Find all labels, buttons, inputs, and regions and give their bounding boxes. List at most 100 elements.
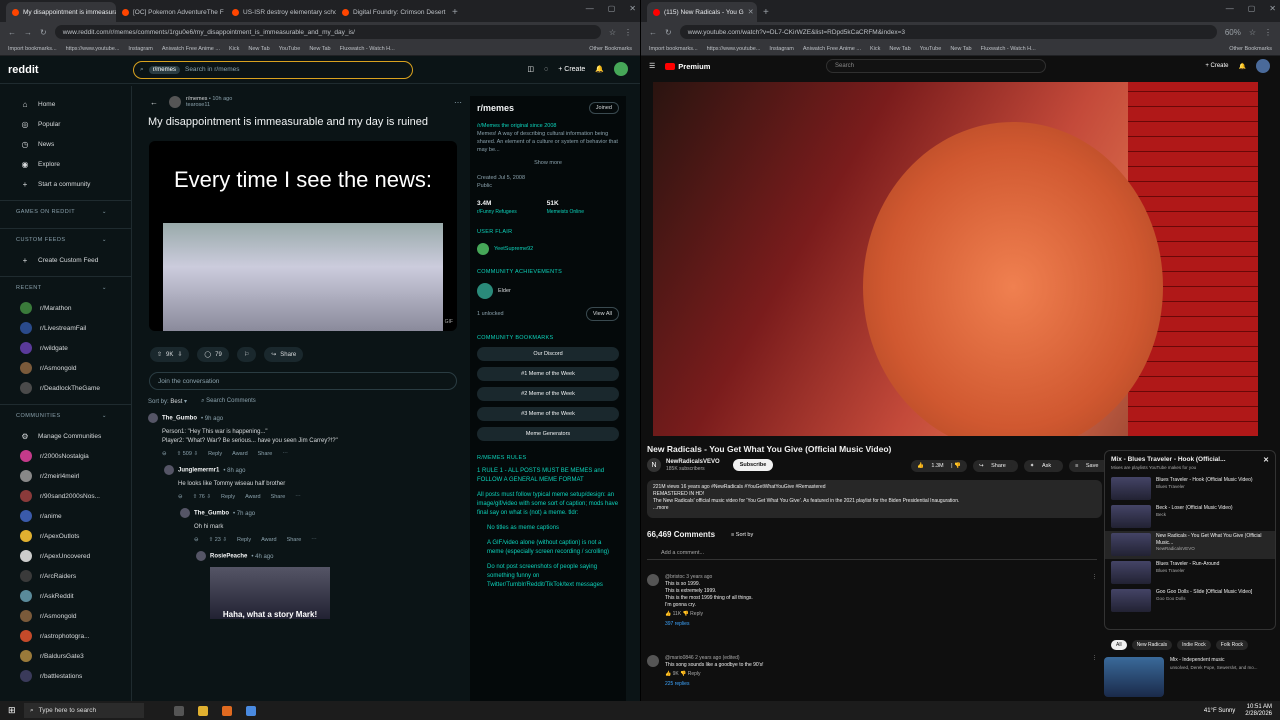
bookmark-item[interactable]: YouTube [920, 46, 942, 52]
award-button[interactable]: Award [261, 537, 277, 543]
zoom-level[interactable]: 60% [1225, 28, 1241, 37]
comment-author[interactable]: The_Gumbo [162, 416, 197, 422]
bookmark-item[interactable]: Fluxwatch - Watch H... [340, 46, 395, 52]
community-item[interactable]: r/Asmongold [0, 606, 131, 626]
new-tab-button[interactable]: + [446, 7, 464, 22]
bookmark-item[interactable]: Kick [870, 46, 880, 52]
star-icon[interactable]: ☆ [1249, 28, 1256, 37]
comment-vote-control[interactable]: ⇧ 23 ⇩ [209, 537, 227, 543]
comment-vote-control[interactable]: ⇧ 509 ⇩ [177, 451, 198, 457]
sidebar-sub-name[interactable]: r/memes [477, 103, 514, 113]
search-comments-input[interactable]: ⌕ Search Comments [201, 398, 256, 405]
comments-button[interactable]: ◯ 79 [197, 347, 229, 362]
sort-control[interactable]: Sort by: Best ▾ [148, 398, 187, 405]
bookmark-item[interactable]: Instagram [128, 46, 152, 52]
community-item[interactable]: r/ApexOutlots [0, 526, 131, 546]
community-item[interactable]: r/2meirl4meirl [0, 466, 131, 486]
recent-community-item[interactable]: r/wildgate [0, 338, 131, 358]
add-comment-input[interactable]: Add a comment... [647, 550, 1097, 560]
bookmark-item[interactable]: YouTube [279, 46, 301, 52]
collapse-icon[interactable]: ⊖ [162, 451, 167, 457]
chat-icon[interactable]: ◌ [544, 66, 548, 73]
section-header[interactable]: COMMUNITIES ⌄ [0, 404, 131, 426]
comment-user[interactable]: @bristoc 3 years ago [665, 574, 1097, 581]
collapse-icon[interactable]: ⊖ [178, 494, 183, 500]
community-item[interactable]: r/BaldursGate3 [0, 646, 131, 666]
commenter-avatar[interactable] [164, 465, 174, 475]
create-button[interactable]: + Create [1205, 63, 1228, 69]
sidebar-item-start-a-community[interactable]: + Start a community [0, 174, 131, 194]
search-scope-chip[interactable]: r/memes [148, 65, 180, 74]
replies-toggle[interactable]: 397 replies [665, 621, 1097, 628]
url-field[interactable]: www.youtube.com/watch?v=DL7-CKirWZE&list… [679, 25, 1217, 39]
search-input[interactable]: ⌕ r/memes Search in r/memes [133, 60, 413, 79]
reply-button[interactable]: Reply [690, 611, 703, 617]
section-header[interactable]: GAMES ON REDDIT ⌄ [0, 200, 131, 222]
avatar[interactable] [1256, 59, 1270, 73]
award-button[interactable]: ⚐ [236, 347, 257, 362]
bookmark-item[interactable]: New Tab [889, 46, 910, 52]
comment-user[interactable]: @mario0846 2 years ago (edited) [665, 655, 1097, 662]
minimize-icon[interactable]: — [586, 4, 594, 13]
replies-toggle[interactable]: 225 replies [665, 681, 1097, 688]
create-button[interactable]: + Create [558, 66, 585, 73]
other-bookmarks[interactable]: Other Bookmarks [1229, 46, 1272, 52]
like-icon[interactable]: 👍 [665, 671, 673, 677]
filter-chip[interactable]: All [1111, 640, 1127, 650]
back-icon[interactable]: ← [649, 28, 657, 37]
more-options-icon[interactable]: ⋯ [454, 98, 462, 107]
sidebar-item-news[interactable]: ◷ News [0, 134, 131, 154]
reply-button[interactable]: Reply [237, 537, 251, 543]
maximize-icon[interactable]: ▢ [1248, 4, 1256, 13]
back-icon[interactable]: ← [8, 28, 16, 37]
star-icon[interactable]: ☆ [609, 28, 616, 37]
recent-community-item[interactable]: r/LivestreamFail [0, 318, 131, 338]
more-options-icon[interactable]: ⋯ [282, 451, 288, 457]
bookmark-item[interactable]: Fluxwatch - Watch H... [981, 46, 1036, 52]
sidebar-item-explore[interactable]: ◉ Explore [0, 154, 131, 174]
dislike-icon[interactable]: 👎 [681, 611, 690, 617]
commenter-avatar[interactable] [148, 413, 158, 423]
ask-button[interactable]: ✦ Ask [1023, 460, 1064, 472]
firefox-icon[interactable] [222, 705, 232, 716]
browser-tab[interactable]: (115) New Radicals - You G ✕ [647, 2, 757, 22]
comment-vote-control[interactable]: ⇧ 76 ⇩ [193, 494, 211, 500]
more-options-icon[interactable]: ⋯ [311, 537, 317, 543]
recent-community-item[interactable]: r/Marathon [0, 298, 131, 318]
bookmark-button[interactable]: Our Discord [477, 347, 619, 361]
clock[interactable]: 10:51 AM 2/28/2026 [1245, 704, 1272, 718]
reply-button[interactable]: Reply [208, 451, 222, 457]
community-item[interactable]: r/90sand2000sNos... [0, 486, 131, 506]
avatar[interactable] [614, 62, 628, 76]
menu-icon[interactable]: ⋮ [624, 28, 632, 37]
filter-chip[interactable]: Indie Rock [1177, 640, 1211, 650]
community-item[interactable]: r/ArcRaiders [0, 566, 131, 586]
dislike-icon[interactable]: 👎 [679, 671, 688, 677]
playlist-item[interactable]: New Radicals - You Get What You Give (Of… [1105, 531, 1275, 559]
maximize-icon[interactable]: ▢ [608, 4, 616, 13]
collapse-icon[interactable]: ⊖ [194, 537, 199, 543]
close-window-icon[interactable]: ✕ [629, 4, 636, 13]
create-custom-feed[interactable]: + Create Custom Feed [0, 250, 131, 270]
bookmark-button[interactable]: #1 Meme of the Week [477, 367, 619, 381]
commenter-avatar[interactable] [180, 508, 190, 518]
task-view-icon[interactable] [174, 705, 184, 716]
start-icon[interactable]: ⊞ [8, 705, 16, 716]
notification-icon[interactable]: 🔔 [595, 65, 604, 73]
browser-tab[interactable]: US-ISR destroy elementary scho✕ [226, 2, 336, 22]
community-item[interactable]: r/anime [0, 506, 131, 526]
show-more-button[interactable]: Show more [477, 160, 619, 166]
bookmark-item[interactable]: New Tab [309, 46, 330, 52]
search-input[interactable]: Search [826, 59, 1046, 73]
share-button[interactable]: ↪ Share [972, 460, 1018, 472]
other-bookmarks[interactable]: Other Bookmarks [589, 46, 632, 52]
playlist-item[interactable]: Blues Traveler - Hook (Official Music Vi… [1105, 475, 1275, 503]
bookmark-item[interactable]: Aniwatch Free Anime ... [803, 46, 861, 52]
browser-tab[interactable]: Digital Foundry: Crimson Desert✕ [336, 2, 446, 22]
close-window-icon[interactable]: ✕ [1269, 4, 1276, 13]
weather-widget[interactable]: 41°F Sunny [1204, 708, 1235, 714]
bookmark-item[interactable]: https://www.youtube... [66, 46, 120, 52]
comment-author[interactable]: Junglemermr1 [178, 468, 219, 474]
menu-icon[interactable]: ⋮ [1264, 28, 1272, 37]
downvote-icon[interactable]: ⇩ [192, 451, 198, 457]
